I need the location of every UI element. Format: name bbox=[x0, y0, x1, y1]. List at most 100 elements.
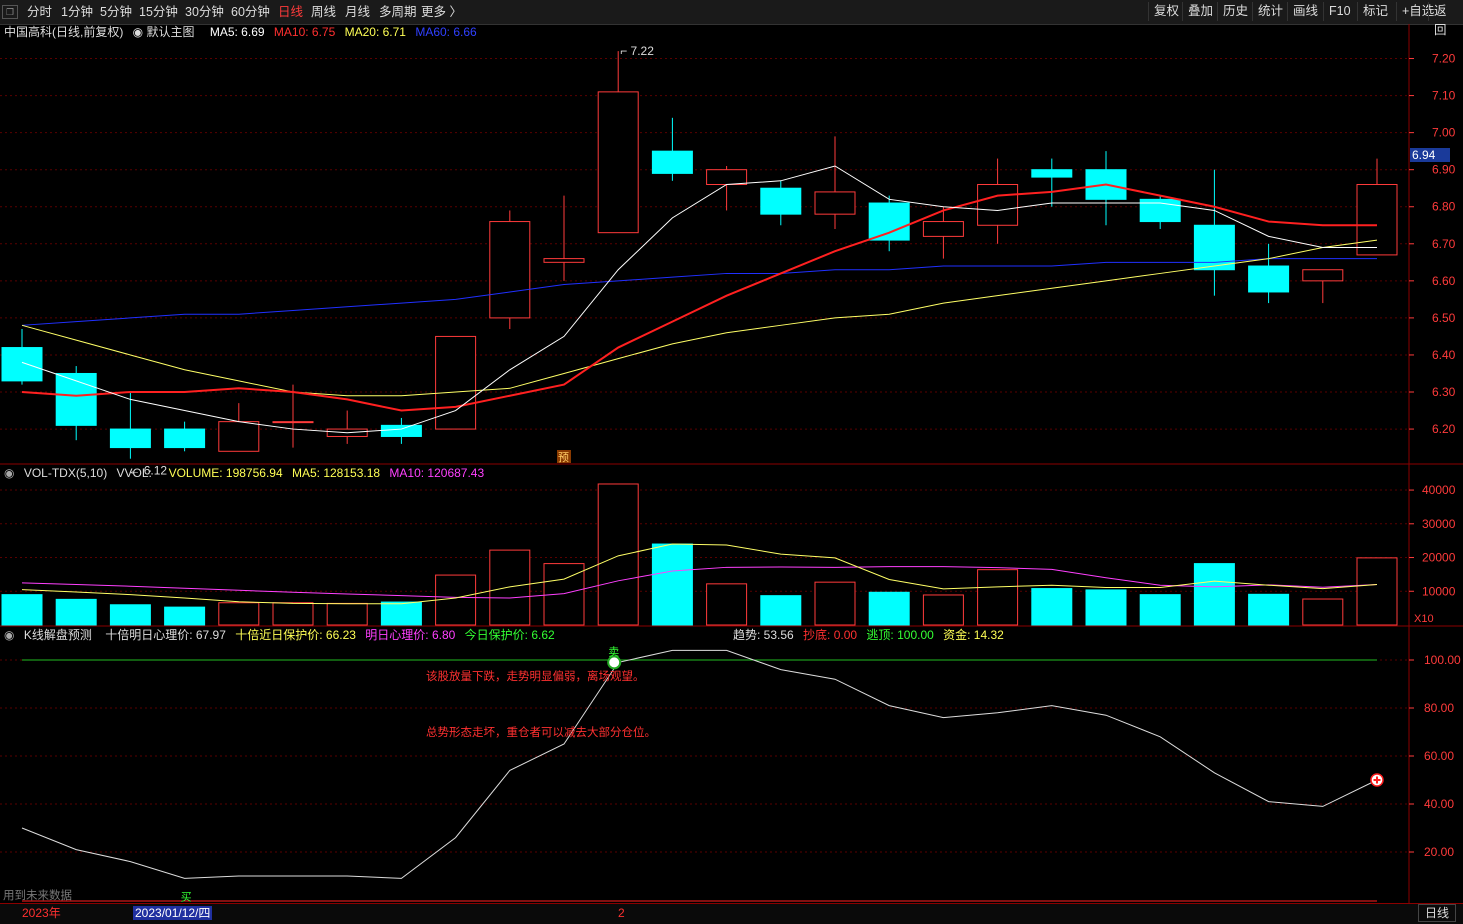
vol-info-line: ◉ VOL-TDX(5,10) VVOL: - VOLUME: 198756.9… bbox=[4, 465, 490, 481]
main-info-line: 中国高科(日线,前复权) ◉ 默认主图 MA5: 6.69 MA10: 6.75… bbox=[4, 24, 483, 40]
vol-ma10-line bbox=[21, 566, 1378, 599]
period-indicator[interactable]: 日线 bbox=[1418, 904, 1457, 922]
ma5-value: MA5: 6.69 bbox=[209, 25, 265, 39]
buy-label: 买 bbox=[181, 890, 192, 903]
high-price-label: ⌐ 7.22 bbox=[620, 44, 654, 58]
volume-value: VOLUME: 198756.94 bbox=[168, 466, 283, 480]
candle-body bbox=[868, 202, 910, 241]
volume-bar bbox=[1302, 598, 1344, 626]
kline-chart: ⌐ 7.22← 6.12预 卖买 6.20 6.30 6.40 6.50 6.60 6.7… bbox=[0, 24, 1463, 903]
volume-bar bbox=[1193, 563, 1235, 626]
candle-body bbox=[597, 91, 639, 234]
volume-bar bbox=[326, 602, 368, 626]
vol-settings-icon[interactable]: ◉ bbox=[4, 466, 14, 480]
ma10-value: MA10: 6.75 bbox=[273, 25, 336, 39]
sell-label: 卖 bbox=[608, 645, 619, 658]
volume-bar bbox=[706, 583, 748, 626]
candle-body bbox=[977, 184, 1019, 226]
vol-ma10-value: MA10: 120687.43 bbox=[389, 466, 485, 480]
volume-bar bbox=[164, 606, 206, 626]
price-tick: 6.60 bbox=[1432, 274, 1456, 288]
fund-value: 资金: 14.32 bbox=[943, 628, 1004, 642]
price-tick: 6.70 bbox=[1432, 237, 1456, 251]
volume-bar bbox=[1248, 593, 1290, 626]
volume-bar bbox=[435, 574, 477, 626]
vol-tick: 20000 bbox=[1422, 551, 1456, 565]
ind-info-line-right: 趋势: 53.56 抄底: 0.00 逃顶: 100.00 资金: 14.32 bbox=[733, 627, 1010, 643]
signal-message-2: 总势形态走坏，重仓者可以减去大部分仓位。 bbox=[426, 727, 656, 739]
pre-marker-label: 预 bbox=[558, 451, 569, 464]
vol-unit: X10 bbox=[1414, 613, 1434, 625]
candle-body bbox=[543, 258, 585, 263]
indicator-panel: 卖买 bbox=[21, 645, 1384, 903]
candle-body bbox=[1302, 269, 1344, 282]
ma60-value: MA60: 6.66 bbox=[415, 25, 477, 39]
ind-tick: 40.00 bbox=[1424, 797, 1454, 811]
stock-title: 中国高科(日线,前复权) bbox=[4, 25, 124, 39]
candle-body bbox=[922, 221, 964, 237]
volume-bar bbox=[380, 601, 422, 626]
volume-panel bbox=[1, 483, 1398, 626]
volume-bar bbox=[868, 591, 910, 626]
volume-bar bbox=[1356, 557, 1398, 626]
ind-a: 十倍明日心理价: 67.97 bbox=[105, 628, 226, 642]
price-tick: 6.40 bbox=[1432, 348, 1456, 362]
volume-bar bbox=[1139, 594, 1181, 626]
candle-body bbox=[1031, 169, 1073, 178]
ind-d: 今日保护价: 6.62 bbox=[464, 628, 555, 642]
price-tick: 7.20 bbox=[1432, 52, 1456, 66]
bottom-value: 抄底: 0.00 bbox=[803, 628, 858, 642]
trend-line bbox=[21, 649, 1378, 879]
price-tick: 6.50 bbox=[1432, 311, 1456, 325]
volume-bar bbox=[1, 594, 43, 626]
volume-bar bbox=[651, 543, 693, 626]
vol-tick: 30000 bbox=[1422, 517, 1456, 531]
vol-tick: 10000 bbox=[1422, 584, 1456, 598]
signal-message-1: 该股放量下跌，走势明显偏弱，离场观望。 bbox=[426, 671, 645, 683]
ma60-line bbox=[21, 258, 1377, 326]
candle-body bbox=[489, 221, 531, 319]
candle-body bbox=[218, 421, 260, 452]
ind-tick: 20.00 bbox=[1424, 845, 1454, 859]
price-tick: 7.00 bbox=[1432, 126, 1456, 140]
volume-bar bbox=[814, 581, 856, 626]
candle-body bbox=[1356, 184, 1398, 256]
volume-bar bbox=[218, 602, 260, 626]
candle-body bbox=[706, 169, 748, 186]
candle-body bbox=[272, 421, 314, 424]
price-tick: 6.90 bbox=[1432, 163, 1456, 177]
ind-tick: 100.00 bbox=[1424, 653, 1461, 667]
volume-bar bbox=[597, 483, 639, 626]
volume-bar bbox=[55, 598, 97, 626]
ind-settings-icon[interactable]: ◉ bbox=[4, 628, 14, 642]
candle-body bbox=[1248, 265, 1290, 293]
price-tick: 6.80 bbox=[1432, 200, 1456, 214]
date-axis-bar bbox=[0, 903, 1463, 924]
volume-bar bbox=[760, 595, 802, 626]
volume-bar bbox=[1085, 589, 1127, 626]
ma20-value: MA20: 6.71 bbox=[344, 25, 406, 39]
cursor-date: 2023/01/12/四 bbox=[133, 906, 213, 920]
candle-body bbox=[380, 424, 422, 437]
vvol-value: VVOL: - bbox=[116, 466, 160, 480]
price-tick: 6.30 bbox=[1432, 385, 1456, 399]
price-tick: 7.10 bbox=[1432, 89, 1456, 103]
candle-body bbox=[1, 347, 43, 382]
candle-body bbox=[651, 150, 693, 174]
candle-body bbox=[760, 187, 802, 215]
vol-ma5-value: MA5: 128153.18 bbox=[291, 466, 381, 480]
template-label: 默认主图 bbox=[146, 25, 195, 39]
ind-b: 十倍近日保护价: 66.23 bbox=[235, 628, 356, 642]
template-dropdown[interactable]: ◉ 默认主图 bbox=[133, 25, 201, 39]
current-price-tag: 6.94 bbox=[1410, 147, 1450, 162]
volume-bar bbox=[977, 569, 1019, 626]
vol-indicator-name: VOL-TDX(5,10) bbox=[23, 466, 108, 480]
trend-value: 趋势: 53.56 bbox=[733, 628, 794, 642]
candle-body bbox=[109, 428, 151, 449]
price-tick: 6.20 bbox=[1432, 422, 1456, 436]
candle-body bbox=[814, 191, 856, 215]
year-label: 2023年 bbox=[22, 906, 61, 920]
volume-bar bbox=[272, 602, 314, 626]
ind-info-line: ◉ K线解盘预测 十倍明日心理价: 67.97 十倍近日保护价: 66.23 明… bbox=[4, 627, 561, 643]
volume-bar bbox=[1031, 588, 1073, 626]
